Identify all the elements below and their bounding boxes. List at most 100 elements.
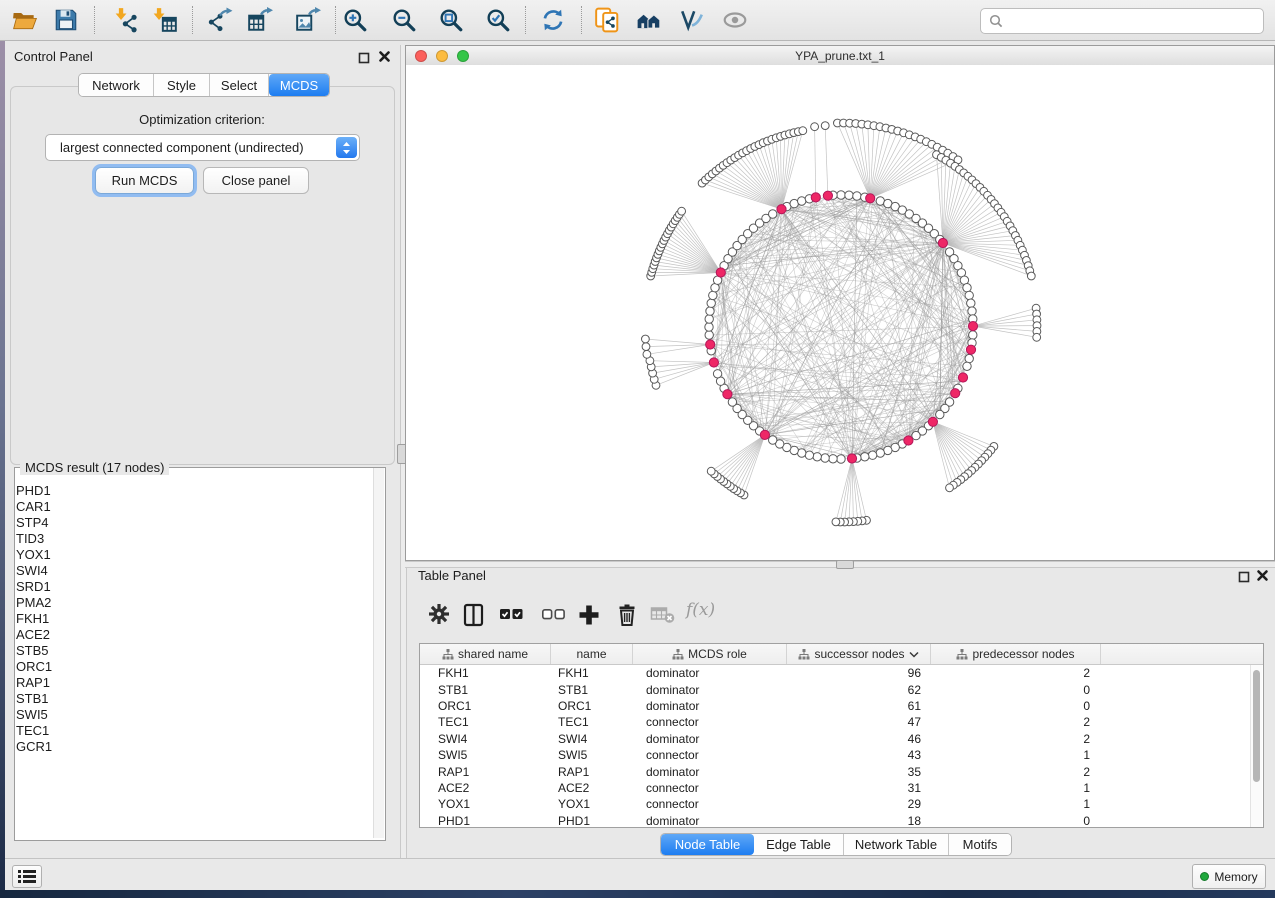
column-header-successor-nodes[interactable]: successor nodes (787, 644, 931, 664)
list-item[interactable]: TID3 (16, 531, 366, 547)
table-row[interactable]: PHD1PHD1dominator180 (420, 813, 1263, 829)
list-item[interactable]: STB5 (16, 643, 366, 659)
import-table-icon[interactable] (152, 7, 178, 33)
tab-mcds[interactable]: MCDS (269, 74, 329, 96)
table-row[interactable]: SWI5SWI5connector431 (420, 747, 1263, 763)
list-icon (18, 869, 36, 884)
tab-network[interactable]: Network (79, 74, 154, 96)
hierarchy-icon (442, 649, 454, 660)
zoom-selected-icon[interactable] (485, 7, 511, 33)
list-item[interactable]: RAP1 (16, 675, 366, 691)
network-title: YPA_prune.txt_1 (406, 49, 1274, 63)
table-scrollbar-track[interactable] (1250, 665, 1262, 827)
tab-edge-table[interactable]: Edge Table (754, 834, 844, 855)
horizontal-splitter-handle[interactable] (836, 560, 854, 569)
list-item[interactable]: PHD1 (16, 483, 366, 499)
search-input[interactable] (1008, 13, 1263, 29)
float-table-panel-icon[interactable] (1238, 570, 1250, 588)
zoom-in-icon[interactable] (342, 7, 368, 33)
list-item[interactable]: SWI5 (16, 707, 366, 723)
network-canvas[interactable] (406, 65, 1274, 560)
list-item[interactable]: TEC1 (16, 723, 366, 739)
export-table-icon[interactable] (247, 7, 273, 33)
list-item[interactable]: SWI4 (16, 563, 366, 579)
show-hide-eye-icon[interactable] (722, 7, 748, 33)
table-row[interactable]: FKH1FKH1dominator962 (420, 665, 1263, 681)
column-header-predecessor-nodes[interactable]: predecessor nodes (931, 644, 1101, 664)
list-item[interactable]: STP4 (16, 515, 366, 531)
result-scrollbar-track[interactable] (373, 468, 384, 838)
list-item[interactable]: CAR1 (16, 499, 366, 515)
run-mcds-button[interactable]: Run MCDS (95, 167, 194, 194)
column-layout-icon[interactable] (463, 603, 485, 627)
table-scrollbar-thumb[interactable] (1253, 670, 1260, 782)
toolbar-divider (192, 6, 193, 34)
list-item[interactable]: ORC1 (16, 659, 366, 675)
table-row[interactable]: ACE2ACE2connector311 (420, 780, 1263, 796)
table-row[interactable]: YOX1YOX1connector291 (420, 796, 1263, 812)
clone-network-icon[interactable] (594, 7, 620, 33)
delete-column-trash-icon[interactable] (615, 603, 639, 627)
table-row[interactable]: SWI4SWI4dominator462 (420, 731, 1263, 747)
table-row[interactable]: RAP1RAP1dominator352 (420, 763, 1263, 779)
table-panel-tabs: Node Table Edge Table Network Table Moti… (660, 833, 1012, 856)
network-window: YPA_prune.txt_1 (405, 45, 1275, 561)
memory-button[interactable]: Memory (1192, 864, 1266, 889)
hierarchy-icon (956, 649, 968, 660)
float-window-icon[interactable] (358, 51, 370, 69)
tab-network-table[interactable]: Network Table (844, 834, 949, 855)
tab-node-table[interactable]: Node Table (661, 834, 754, 855)
search-icon (988, 13, 1004, 29)
add-column-icon[interactable] (577, 603, 601, 627)
list-item[interactable]: GCR1 (16, 739, 366, 755)
optimization-criterion-select[interactable]: largest connected component (undirected) (45, 134, 360, 161)
list-item[interactable]: PMA2 (16, 595, 366, 611)
table-row[interactable]: STB1STB1dominator620 (420, 681, 1263, 697)
close-table-panel-icon[interactable] (1256, 569, 1269, 587)
import-network-icon[interactable] (114, 7, 140, 33)
close-panel-icon[interactable] (378, 50, 391, 68)
optimization-criterion-label: Optimization criterion: (10, 112, 394, 127)
table-row[interactable]: TEC1TEC1connector472 (420, 714, 1263, 730)
list-item[interactable]: YOX1 (16, 547, 366, 563)
gear-icon[interactable] (428, 603, 450, 627)
list-item[interactable]: ACE2 (16, 627, 366, 643)
zoom-out-icon[interactable] (391, 7, 417, 33)
list-item[interactable]: SRD1 (16, 579, 366, 595)
desktop-wallpaper-strip (0, 890, 1275, 898)
curve-annotation-icon[interactable] (679, 7, 705, 33)
mcds-result-list: PHD1CAR1STP4TID3YOX1SWI4SRD1PMA2FKH1ACE2… (16, 483, 366, 755)
node-table-body: FKH1FKH1dominator962STB1STB1dominator620… (420, 665, 1263, 829)
zoom-fit-icon[interactable] (438, 7, 464, 33)
home-neighborhood-icon[interactable] (636, 7, 662, 33)
column-header-name[interactable]: name (551, 644, 633, 664)
table-row[interactable]: ORC1ORC1dominator610 (420, 698, 1263, 714)
mcds-result-title: MCDS result (17 nodes) (20, 460, 169, 475)
toolbar-divider (525, 6, 526, 34)
memory-label: Memory (1214, 870, 1257, 884)
network-window-titlebar[interactable]: YPA_prune.txt_1 (406, 46, 1274, 66)
tab-style[interactable]: Style (154, 74, 210, 96)
tab-select[interactable]: Select (210, 74, 269, 96)
tab-motifs[interactable]: Motifs (949, 834, 1011, 855)
hierarchy-icon (798, 649, 810, 660)
node-table-header: shared name name MCDS role successor nod… (420, 644, 1263, 665)
refresh-layout-icon[interactable] (540, 7, 566, 33)
close-panel-button[interactable]: Close panel (203, 167, 309, 194)
function-builder-icon: f(x) (686, 600, 715, 624)
table-panel-title: Table Panel (418, 568, 486, 583)
open-folder-icon[interactable] (12, 7, 38, 33)
export-image-icon[interactable] (295, 7, 321, 33)
save-session-icon[interactable] (53, 7, 79, 33)
column-header-shared-name[interactable]: shared name (420, 644, 551, 664)
sort-desc-icon (909, 651, 919, 658)
status-bar (5, 858, 1275, 890)
list-item[interactable]: FKH1 (16, 611, 366, 627)
search-box (980, 8, 1264, 34)
export-network-icon[interactable] (207, 7, 233, 33)
deselect-all-icon[interactable] (541, 603, 567, 627)
column-header-mcds-role[interactable]: MCDS role (633, 644, 787, 664)
task-history-button[interactable] (12, 865, 42, 888)
list-item[interactable]: STB1 (16, 691, 366, 707)
select-all-icon[interactable] (499, 603, 525, 627)
